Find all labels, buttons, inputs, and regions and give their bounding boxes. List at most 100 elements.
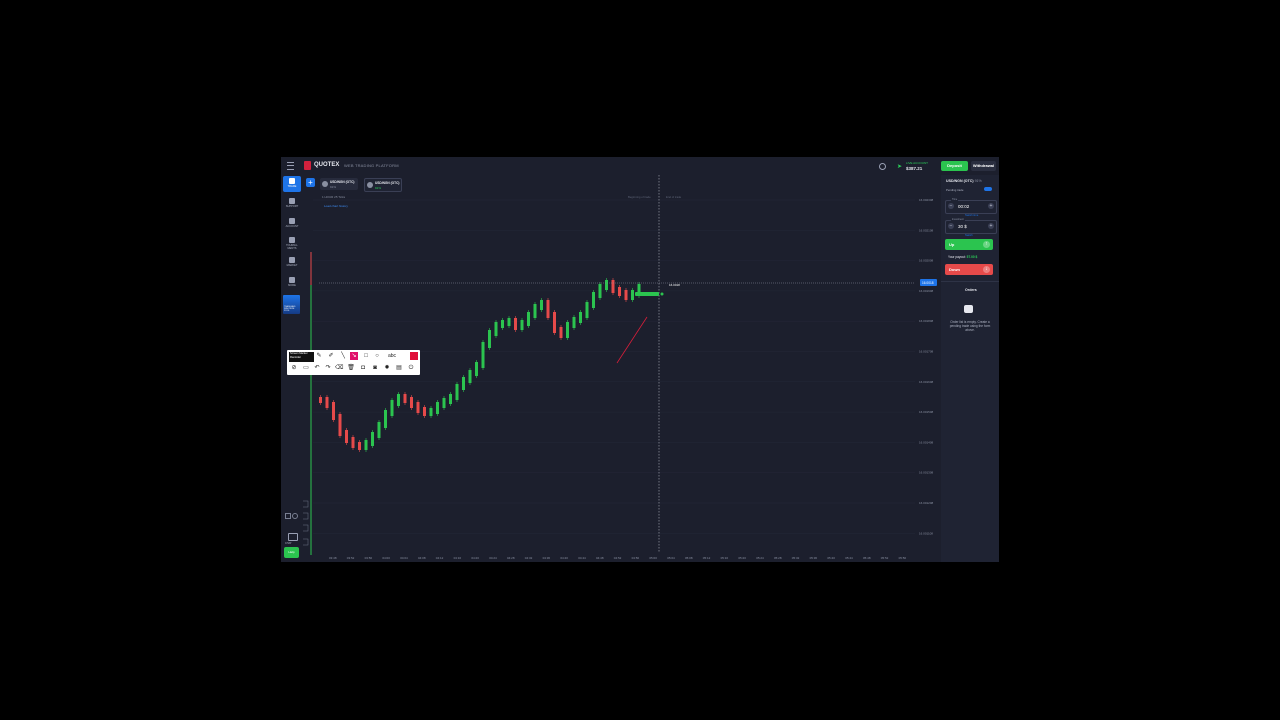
sidebar-item-more[interactable]: MORE [283,275,301,291]
sidebar-item-market[interactable]: MARKET [283,255,301,271]
sidebar-item-trade[interactable]: TRADE [283,176,301,192]
x-tick-label: 05:00 [649,556,657,560]
chart-icon [289,178,295,184]
power-icon[interactable]: ⏻ [407,364,415,372]
candle-body [527,312,530,326]
chart-tool-icon [303,524,309,532]
x-tick-label: 04:52 [614,556,622,560]
x-tick-label: 05:36 [810,556,818,560]
time-value: 00:02 [958,204,970,209]
asset-tab-name: USD/NGN (OTC) [375,181,400,185]
pen-icon[interactable]: ✎ [315,352,323,360]
quotex-logo-icon [304,161,311,170]
up-button[interactable]: Up ↑ [945,239,993,250]
candle-body [390,400,394,416]
chat-icon[interactable] [288,533,298,541]
candle-body [403,394,407,403]
pending-trade-label: Pending trade [946,188,964,192]
chart-timeframe-info[interactable]: 1 HOUR 25 Ticks [322,195,345,199]
marker-icon[interactable]: ✐ [327,352,335,360]
rectangle-icon[interactable]: □ [362,352,370,360]
asset-tab-active[interactable]: USD/NGN (OTC) 91% [364,178,402,192]
x-tick-label: 05:16 [721,556,729,560]
payout-info: Your payout: 57.00 $ [948,255,977,259]
trash-icon[interactable]: 🗑 [347,364,355,372]
candle-body [325,397,329,408]
add-asset-tab-button[interactable]: + [306,178,315,187]
menu-icon[interactable] [287,162,294,170]
end-of-trade-label: End of trade [666,195,682,199]
investment-plus-button[interactable]: + [988,223,994,229]
switch-link[interactable]: Switch [965,234,973,237]
undo-icon[interactable]: ↶ [313,364,321,372]
panel-asset-name[interactable]: USD/NGN (OTC) 91% [946,179,982,183]
eraser-icon[interactable]: ⌫ [335,364,343,372]
y-tick-label: 16.001208 [919,501,934,505]
candle-body [455,384,459,400]
withdrawal-button[interactable]: Withdrawal [971,161,996,171]
investment-field[interactable]: Investment − 30 $ + Switch [945,218,997,237]
trade-marker [635,292,659,296]
sidebar-item-account[interactable]: ACCOUNT [283,216,301,232]
save-icon[interactable]: ▤ [395,364,403,372]
candle-body [540,300,543,310]
y-tick-label: 16.001608 [919,380,934,384]
asset-tab[interactable]: USD/NGN (OTC) 91% [320,178,358,190]
time-minus-button[interactable]: − [948,203,954,209]
x-tick-label: 05:12 [703,556,711,560]
candle-body [416,402,420,413]
candle-body [377,422,381,438]
x-tick-label: 05:44 [845,556,853,560]
trade-marker-dot [660,292,664,296]
sound-icon[interactable] [292,513,298,519]
pending-trade-toggle[interactable] [984,187,992,191]
text-tool[interactable]: abc [385,352,399,360]
record-icon[interactable]: ◙ [371,364,379,372]
candle-body [572,317,576,328]
settings-icon[interactable]: ✹ [383,364,391,372]
dots-icon [289,277,295,283]
sidebar-item-tournaments[interactable]: TOURNA-MENTS [283,235,301,251]
trading-app: QUOTEX WEB TRADING PLATFORM ➤ LIVE ACCOU… [281,157,999,562]
time-plus-button[interactable]: + [988,203,994,209]
down-button[interactable]: Down ↓ [945,264,993,275]
sidebar-item-support[interactable]: SUPPORT [283,196,301,212]
switch-time-link[interactable]: Switch time [965,214,978,217]
cart-icon [289,257,295,263]
fullscreen-icon[interactable] [285,513,291,519]
arrow-down-icon: ↓ [983,266,990,273]
candle-body [449,394,452,404]
orders-empty-icon [964,305,973,313]
board-icon[interactable]: ▭ [302,364,310,372]
candle-body [566,322,569,338]
candle-body [442,398,446,408]
support-icon [289,198,295,204]
y-tick-label: 16.002008 [919,259,934,263]
arrow-tool-icon[interactable]: ↘ [350,352,358,360]
circle-icon[interactable]: ○ [373,352,381,360]
chart-history-link[interactable]: Load chart history [324,204,348,208]
candle-body [559,327,563,338]
candle-body [488,330,491,348]
account-switcher[interactable]: ➤ LIVE ACCOUNT $387.21 [897,160,935,172]
candle-body [475,362,478,376]
panel-divider [941,281,999,282]
y-tick-label: 16.001408 [919,440,934,444]
notifications-icon[interactable] [879,163,886,170]
line-icon[interactable]: ╲ [339,352,347,360]
deposit-button[interactable]: Deposit [941,161,968,171]
user-icon [289,218,295,224]
investment-value: 30 $ [958,224,967,229]
x-tick-label: 04:28 [507,556,515,560]
time-field[interactable]: Time − 00:02 + Switch time [945,198,997,217]
camera-icon[interactable]: ◘ [359,364,367,372]
y-tick-label: 16.001108 [919,531,933,535]
candle-body [501,320,504,328]
help-button[interactable]: Help [284,547,299,558]
investment-minus-button[interactable]: − [948,223,954,229]
redo-icon[interactable]: ↷ [324,364,332,372]
candle-body [436,402,439,414]
y-tick-label: 16.002308 [919,198,934,202]
hide-icon[interactable]: ⊘ [290,364,298,372]
color-picker-icon[interactable] [410,352,418,360]
